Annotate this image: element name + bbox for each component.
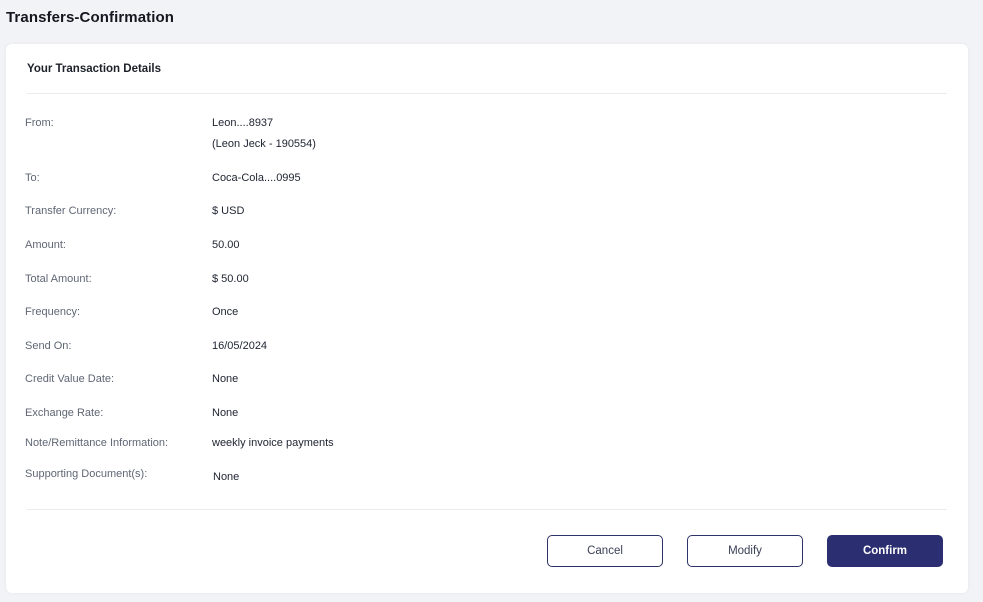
- confirm-button[interactable]: Confirm: [827, 535, 943, 567]
- from-value: Leon....8937 (Leon Jeck - 190554): [212, 113, 316, 155]
- footer-divider: [27, 509, 947, 510]
- modify-button[interactable]: Modify: [687, 535, 803, 567]
- send-on-value: 16/05/2024: [212, 340, 268, 352]
- to-value: Coca-Cola....0995: [212, 172, 301, 184]
- total-amount-value: $ 50.00: [212, 273, 249, 285]
- transaction-details-card: Your Transaction Details From: Leon....8…: [6, 44, 968, 593]
- header-divider: [27, 93, 947, 94]
- to-label: To:: [25, 172, 40, 184]
- note-value: weekly invoice payments: [212, 437, 334, 449]
- cancel-button[interactable]: Cancel: [547, 535, 663, 567]
- transfer-currency-value: $ USD: [212, 205, 245, 217]
- supporting-documents-label: Supporting Document(s):: [25, 468, 148, 480]
- send-on-label: Send On:: [25, 340, 72, 352]
- amount-label: Amount:: [25, 239, 66, 251]
- transfer-currency-label: Transfer Currency:: [25, 205, 117, 217]
- exchange-rate-label: Exchange Rate:: [25, 407, 104, 419]
- from-label: From:: [25, 117, 54, 129]
- frequency-value: Once: [212, 306, 239, 318]
- frequency-label: Frequency:: [25, 306, 81, 318]
- page-title: Transfers-Confirmation: [6, 9, 175, 26]
- credit-value-date-value: None: [212, 373, 239, 385]
- note-label: Note/Remittance Information:: [25, 437, 169, 449]
- credit-value-date-label: Credit Value Date:: [25, 373, 115, 385]
- amount-value: 50.00: [212, 239, 240, 251]
- from-account: Leon....8937: [212, 117, 274, 129]
- total-amount-label: Total Amount:: [25, 273, 92, 285]
- section-title: Your Transaction Details: [27, 63, 161, 75]
- supporting-documents-value: None: [213, 471, 240, 483]
- from-holder: (Leon Jeck - 190554): [212, 138, 316, 150]
- exchange-rate-value: None: [212, 407, 239, 419]
